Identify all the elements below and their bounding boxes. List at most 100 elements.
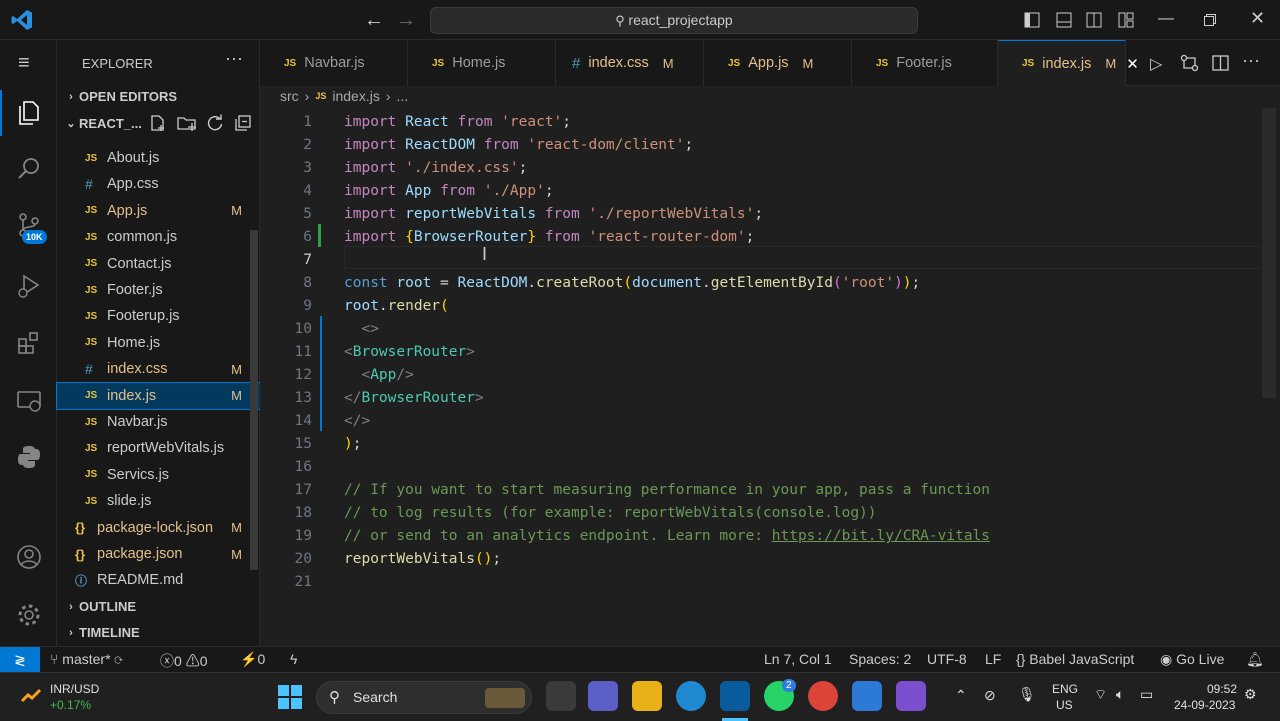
new-file-icon[interactable] (149, 114, 167, 132)
file-item[interactable]: JS slide.js (57, 488, 260, 514)
editor-tab[interactable]: JS Navbar.js (260, 40, 408, 86)
editor-tab[interactable]: JS Footer.js (852, 40, 998, 86)
file-item[interactable]: JS Footer.js (57, 277, 260, 303)
back-arrow-icon[interactable]: ← (364, 10, 384, 30)
explorer-icon[interactable] (12, 96, 46, 130)
problems-status[interactable]: ⓧ0 ⚠0 (160, 651, 207, 671)
file-item[interactable]: {} package-lock.json M (57, 515, 260, 541)
file-item[interactable]: JS Navbar.js (57, 409, 260, 435)
close-window-icon[interactable]: ✕ (1250, 8, 1265, 29)
battery-icon[interactable]: ▭ (1140, 686, 1153, 703)
vscode-logo-icon[interactable] (10, 8, 34, 32)
file-item[interactable]: JS Servics.js (57, 462, 260, 488)
new-folder-icon[interactable] (177, 114, 197, 132)
branch-status[interactable]: ⑂ master* ⟳ (50, 651, 123, 667)
editor-tab[interactable]: JS App.js M (704, 40, 852, 86)
indentation[interactable]: Spaces: 2 (849, 651, 911, 667)
open-changes-icon[interactable] (1180, 54, 1200, 72)
clock-time[interactable]: 09:52 (1207, 682, 1237, 696)
outline-section[interactable]: › OUTLINE (63, 599, 136, 614)
encoding[interactable]: UTF-8 (927, 651, 967, 667)
menu-hamburger-icon[interactable]: ≡ (18, 52, 30, 75)
file-item[interactable]: JS reportWebVitals.js (57, 435, 260, 461)
file-item[interactable]: JS Contact.js (57, 251, 260, 277)
extensions-icon[interactable] (12, 326, 46, 360)
file-item[interactable]: JS App.js M (57, 198, 260, 224)
notification-center-icon[interactable]: ⚙ (1244, 686, 1257, 703)
more-actions-icon[interactable]: ··· (225, 48, 243, 69)
file-name: Footerup.js (107, 308, 180, 325)
toggle-primary-sidebar-icon[interactable] (1024, 12, 1040, 28)
ports-status[interactable]: ⚡0 (240, 651, 265, 668)
remote-explorer-icon[interactable] (12, 384, 46, 418)
chevron-up-icon[interactable]: ⌃ (955, 687, 967, 704)
collapse-all-icon[interactable] (234, 114, 252, 132)
restore-icon[interactable] (1204, 14, 1216, 26)
photos-icon[interactable] (852, 681, 882, 711)
forward-arrow-icon[interactable]: → (396, 10, 416, 30)
code-editor[interactable]: 1 import React from 'react'; 2 import Reac… (260, 108, 1268, 646)
timeline-section[interactable]: › TIMELINE (63, 625, 140, 640)
toggle-panel-icon[interactable] (1056, 12, 1072, 28)
breadcrumb-folder[interactable]: src (280, 88, 299, 104)
taskbar-search[interactable]: ⚲ Search (316, 681, 532, 714)
file-item[interactable]: # index.css M (57, 356, 260, 382)
accounts-icon[interactable] (12, 540, 46, 574)
language-eng[interactable]: ENG (1052, 682, 1078, 696)
volume-icon[interactable]: 🔈︎ (1116, 686, 1124, 703)
clipchamp-icon[interactable] (896, 681, 926, 711)
close-tab-icon[interactable]: ✕ (1126, 55, 1139, 73)
task-view-icon[interactable] (546, 681, 576, 711)
file-item[interactable]: JS Home.js (57, 330, 260, 356)
chrome-icon[interactable] (808, 681, 838, 711)
remote-indicator-icon[interactable]: ≷ (0, 647, 40, 673)
breadcrumb-file[interactable]: index.js (332, 88, 379, 104)
search-view-icon[interactable] (12, 152, 46, 186)
file-explorer-icon[interactable] (632, 681, 662, 711)
open-editors-section[interactable]: › OPEN EDITORS (63, 89, 177, 104)
network-alert-icon[interactable]: ⊘ (984, 687, 996, 704)
vscode-taskbar-icon[interactable] (720, 681, 750, 711)
lightning-icon[interactable]: ϟ (290, 651, 297, 667)
editor-tab[interactable]: # index.css M (556, 40, 704, 86)
go-live-button[interactable]: ◉ Go Live (1160, 651, 1224, 668)
wifi-icon[interactable]: ⌔ (1094, 686, 1107, 704)
editor-more-icon[interactable]: ··· (1242, 50, 1260, 71)
command-center-search[interactable]: ⚲ react_projectapp (430, 7, 918, 34)
minimize-icon[interactable]: — (1158, 10, 1174, 28)
file-item[interactable]: {} package.json M (57, 541, 260, 567)
stock-widget-icon[interactable] (20, 685, 42, 707)
file-item[interactable]: # App.css (57, 171, 260, 197)
refresh-icon[interactable] (206, 114, 224, 132)
editor-tab[interactable]: JS index.js M ✕ (998, 40, 1139, 86)
customize-layout-icon[interactable] (1118, 12, 1134, 28)
file-item[interactable]: JS About.js (57, 145, 260, 171)
code-line: 18// to log results (for example: report… (294, 505, 877, 521)
edge-icon[interactable] (676, 681, 706, 711)
split-editor-icon[interactable] (1212, 54, 1230, 72)
run-file-icon[interactable]: ▷ (1150, 54, 1162, 74)
teams-icon[interactable] (588, 681, 618, 711)
file-item[interactable]: JS index.js M (56, 381, 261, 410)
end-of-line[interactable]: LF (985, 651, 1001, 667)
notifications-bell-icon[interactable]: 🔔︎ (1246, 651, 1264, 668)
js-file-icon: JS (85, 442, 98, 454)
settings-gear-icon[interactable] (12, 598, 46, 632)
cursor-position[interactable]: Ln 7, Col 1 (764, 651, 832, 667)
js-file-icon: JS (728, 57, 741, 69)
file-item[interactable]: ⓘ README.md (57, 567, 260, 593)
toggle-secondary-sidebar-icon[interactable] (1086, 12, 1102, 28)
editor-scrollbar[interactable] (1262, 108, 1276, 398)
project-section[interactable]: ⌄ REACT_... (63, 116, 141, 131)
stock-name[interactable]: INR/USD (50, 682, 99, 696)
language-mode[interactable]: {} Babel JavaScript (1016, 651, 1134, 667)
microphone-icon[interactable]: 🎙︎ (1018, 686, 1036, 703)
sidebar-scrollbar[interactable] (250, 230, 258, 570)
editor-tab[interactable]: JS Home.js (408, 40, 556, 86)
windows-start-icon[interactable] (278, 685, 302, 709)
breadcrumb-more[interactable]: ... (397, 88, 409, 104)
python-icon[interactable] (12, 440, 46, 474)
file-item[interactable]: JS Footerup.js (57, 303, 260, 329)
file-item[interactable]: JS common.js (57, 224, 260, 250)
run-debug-icon[interactable] (12, 268, 46, 302)
